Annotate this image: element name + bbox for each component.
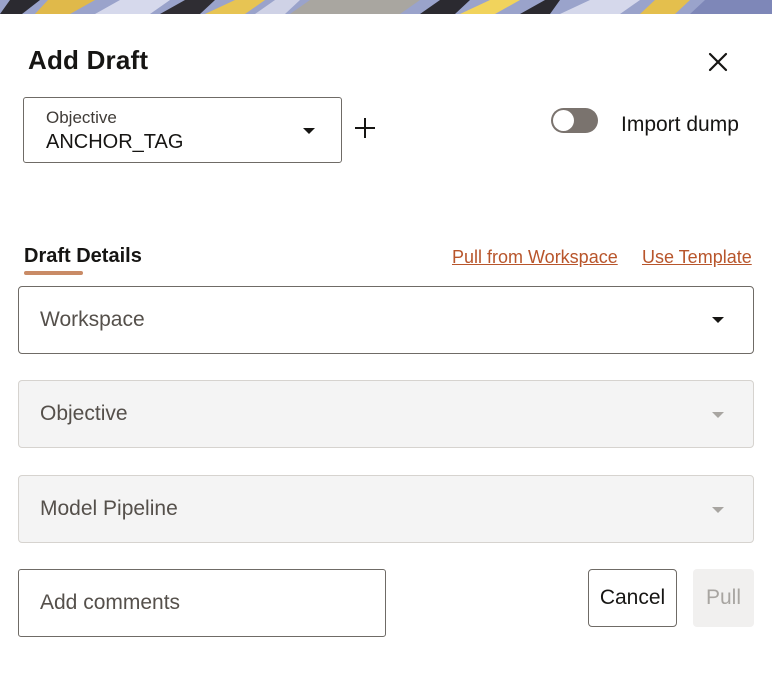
objective-select-value: ANCHOR_TAG [46,131,184,153]
objective-select[interactable]: Objective ANCHOR_TAG [23,97,342,163]
objective-field: Objective [18,380,754,448]
add-objective-button[interactable] [352,114,378,142]
tab-selected-indicator [24,271,83,275]
comments-input[interactable]: Add comments [18,569,386,637]
use-template-link[interactable]: Use Template [642,247,752,268]
pull-button: Pull [693,569,754,627]
add-draft-dialog: Add Draft Objective ANCHOR_TAG Import du… [0,14,772,673]
workspace-placeholder: Workspace [40,308,145,331]
chevron-down-icon [712,317,724,323]
header-banner-image [0,0,772,14]
dialog-title: Add Draft [28,45,149,75]
model-pipeline-placeholder: Model Pipeline [40,497,178,520]
objective-placeholder: Objective [40,402,128,425]
chevron-down-icon [712,412,724,418]
chevron-down-icon [303,128,315,134]
plus-icon [355,118,375,138]
import-dump-toggle[interactable] [551,108,598,133]
workspace-select[interactable]: Workspace [18,286,754,354]
pull-from-workspace-link[interactable]: Pull from Workspace [452,247,618,268]
objective-select-label: Objective [46,108,117,127]
comments-placeholder: Add comments [40,591,181,614]
tab-draft-details[interactable]: Draft Details [24,245,142,268]
close-icon [708,52,728,72]
chevron-down-icon [712,507,724,513]
import-dump-label: Import dump [621,113,739,136]
model-pipeline-field: Model Pipeline [18,475,754,543]
cancel-button[interactable]: Cancel [588,569,677,627]
toggle-knob [553,110,574,131]
close-button[interactable] [700,46,736,78]
